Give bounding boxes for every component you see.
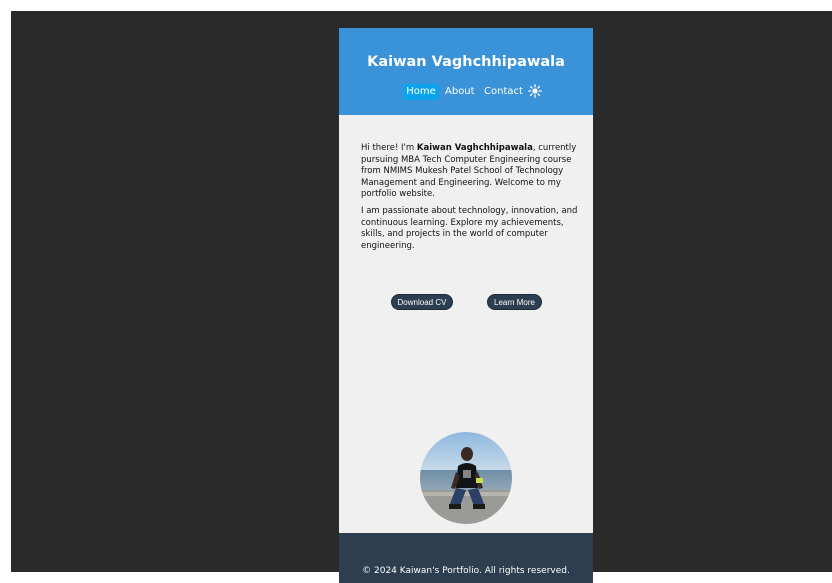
site-title: Kaiwan Vaghchhipawala (367, 54, 565, 70)
browser-viewport: Kaiwan Vaghchhipawala Home About Contact (11, 11, 832, 583)
intro-greeting: Hi there! I'm (361, 143, 417, 153)
nav-item-home[interactable]: Home (403, 84, 439, 100)
sun-icon[interactable] (528, 83, 542, 98)
profile-photo (420, 432, 512, 524)
intro-paragraph-2: I am passionate about technology, innova… (361, 205, 578, 251)
site-footer: © 2024 Kaiwan's Portfolio. All rights re… (339, 533, 593, 583)
nav-item-contact[interactable]: Contact (484, 84, 523, 100)
mobile-page: Kaiwan Vaghchhipawala Home About Contact (339, 28, 593, 583)
footer-copyright: © 2024 Kaiwan's Portfolio. All rights re… (362, 566, 570, 576)
intro-name: Kaiwan Vaghchhipawala (416, 143, 533, 153)
download-cv-button[interactable]: Download CV (391, 294, 453, 310)
nav-item-about[interactable]: About (445, 84, 475, 100)
sun-icon-graphic (528, 84, 542, 98)
profile-photo-graphic (420, 432, 512, 524)
intro-paragraph: Hi there! I'm Kaiwan Vaghchhipawala, cur… (361, 143, 585, 201)
intro-section: Hi there! I'm Kaiwan Vaghchhipawala, cur… (361, 143, 585, 257)
site-header: Kaiwan Vaghchhipawala Home About Contact (339, 28, 593, 115)
nav-bar: Home About Contact (339, 83, 593, 101)
learn-more-button[interactable]: Learn More (487, 294, 542, 310)
